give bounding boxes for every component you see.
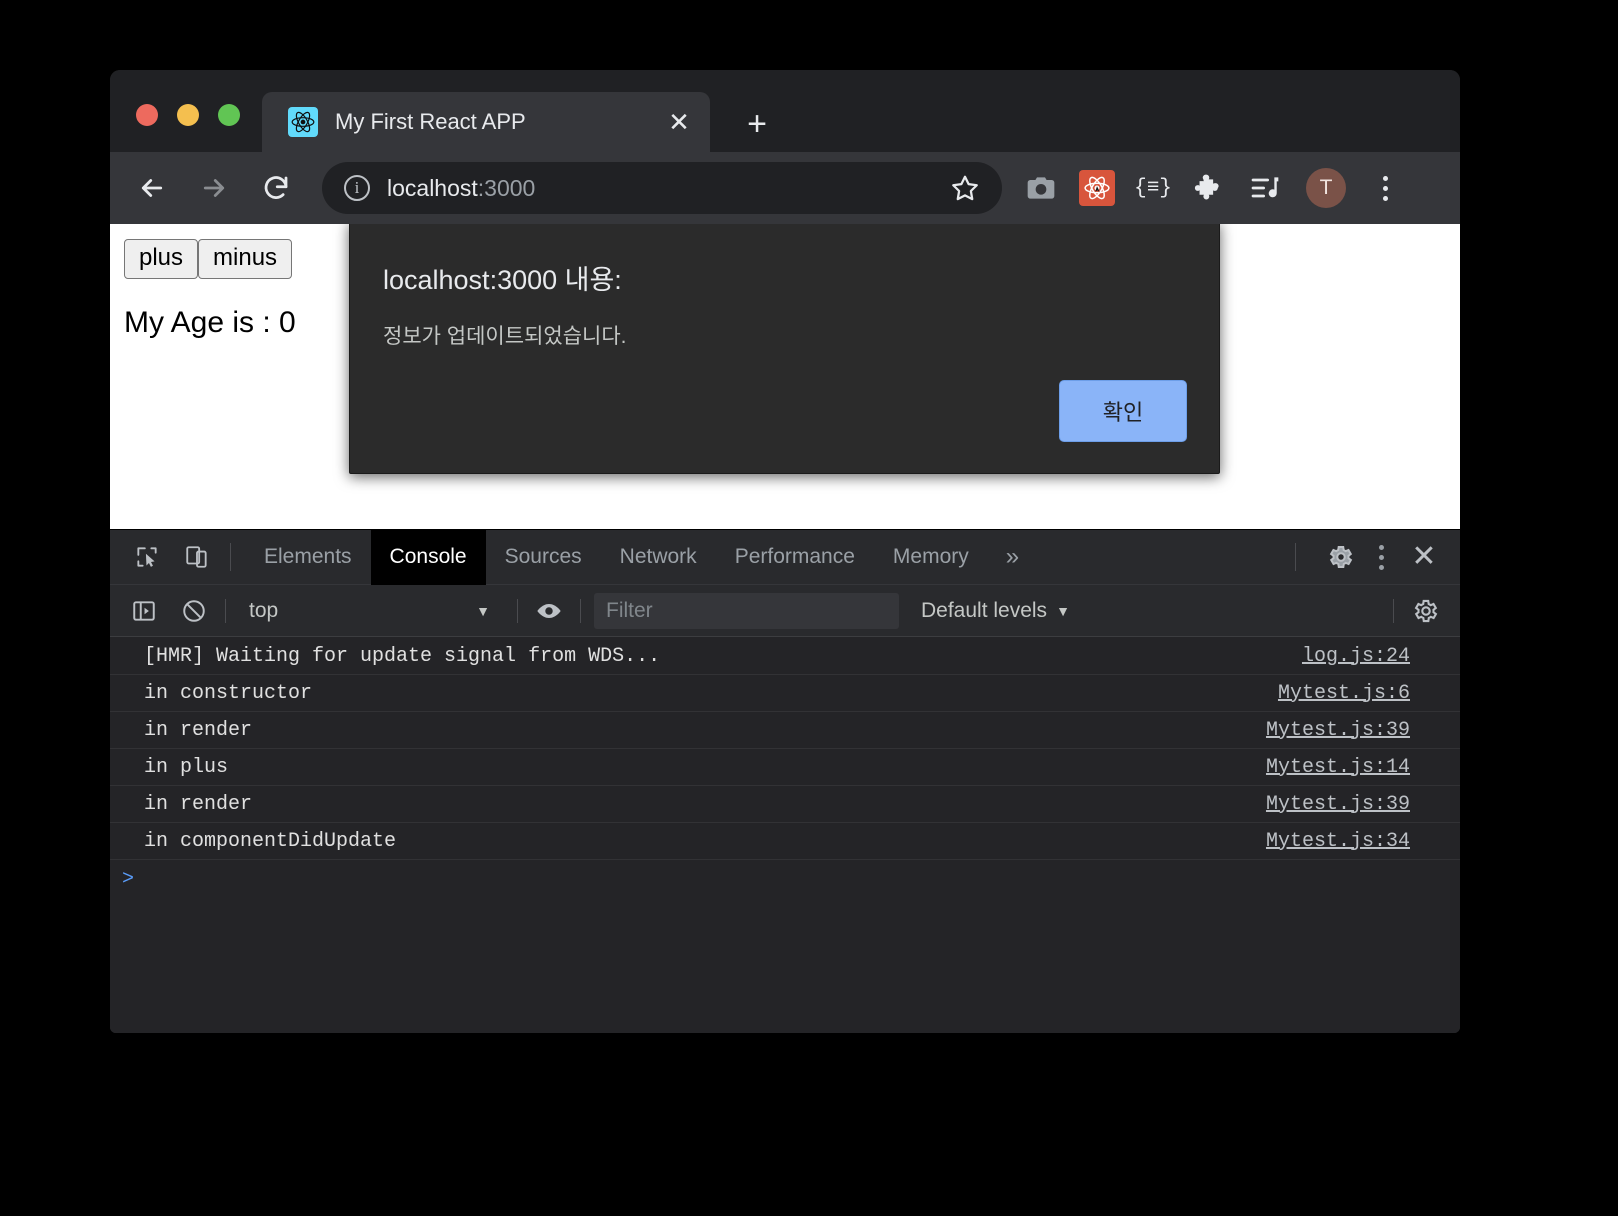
console-levels-selector[interactable]: Default levels ▼	[921, 599, 1070, 623]
minus-button[interactable]: minus	[198, 239, 293, 279]
age-display-text: My Age is : 0	[124, 306, 296, 339]
table-row[interactable]: in componentDidUpdate Mytest.js:34	[110, 823, 1460, 860]
table-row[interactable]: in render Mytest.js:39	[110, 786, 1460, 823]
console-filter-toolbar: top ▼ Default levels ▼	[110, 585, 1460, 637]
inspect-element-icon[interactable]	[128, 538, 166, 576]
react-logo-icon	[288, 107, 318, 137]
devtools-close-icon[interactable]: ✕	[1404, 537, 1444, 577]
console-filter-input[interactable]	[594, 592, 899, 629]
navigation-toolbar: i localhost:3000 {≡} T	[110, 152, 1460, 224]
react-devtools-badge	[1079, 170, 1115, 206]
tab-sources[interactable]: Sources	[486, 530, 601, 585]
log-message: [HMR] Waiting for update signal from WDS…	[144, 644, 661, 668]
chrome-menu-icon[interactable]	[1368, 169, 1402, 207]
console-context-label: top	[249, 598, 279, 622]
traffic-lights	[136, 104, 240, 126]
more-tabs-icon[interactable]: »	[988, 530, 1037, 585]
filterbar-divider-3	[580, 598, 581, 623]
minimize-window-button[interactable]	[177, 104, 199, 126]
chevron-down-icon: ▼	[476, 602, 490, 619]
camera-icon[interactable]	[1020, 167, 1062, 209]
console-prompt[interactable]: >	[110, 860, 1460, 900]
log-message: in render	[144, 718, 253, 742]
tab-title: My First React APP	[335, 109, 526, 134]
devtools-tabbar: Elements Console Sources Network Perform…	[110, 529, 1460, 585]
tab-network[interactable]: Network	[601, 530, 716, 585]
reload-icon[interactable]	[254, 166, 298, 210]
device-toolbar-icon[interactable]	[178, 538, 216, 576]
log-message: in constructor	[144, 681, 313, 705]
log-source-link[interactable]: Mytest.js:39	[1266, 793, 1410, 816]
filterbar-actions	[1380, 593, 1460, 629]
filterbar-divider-2	[517, 598, 518, 623]
log-source-link[interactable]: Mytest.js:34	[1266, 830, 1410, 853]
tab-close-icon[interactable]: ✕	[662, 105, 696, 139]
filterbar-divider-1	[225, 598, 226, 623]
settings-gear-icon[interactable]	[1322, 538, 1360, 576]
devtools-more-options-icon[interactable]	[1364, 538, 1398, 576]
react-devtools-icon[interactable]	[1076, 167, 1118, 209]
table-row[interactable]: in constructor Mytest.js:6	[110, 675, 1460, 712]
log-source-link[interactable]: Mytest.js:6	[1278, 682, 1410, 705]
puzzle-extensions-icon[interactable]	[1188, 167, 1230, 209]
extension-icons: {≡} T	[1020, 167, 1402, 209]
table-row[interactable]: in render Mytest.js:39	[110, 712, 1460, 749]
forward-arrow-icon[interactable]	[192, 166, 236, 210]
json-formatter-icon[interactable]: {≡}	[1132, 167, 1174, 209]
clear-console-icon[interactable]	[176, 593, 212, 629]
toolbar-divider	[230, 543, 231, 571]
alert-title: localhost:3000 내용:	[383, 265, 622, 295]
browser-tab[interactable]: My First React APP ✕	[262, 92, 710, 152]
table-row[interactable]: [HMR] Waiting for update signal from WDS…	[110, 638, 1460, 675]
browser-window: My First React APP ✕ + i localhost:3000	[110, 70, 1460, 1033]
live-expression-icon[interactable]	[531, 593, 567, 629]
console-levels-label: Default levels	[921, 598, 1048, 622]
plus-button[interactable]: plus	[124, 239, 199, 279]
media-playlist-icon[interactable]	[1244, 167, 1286, 209]
alert-ok-button[interactable]: 확인	[1059, 380, 1187, 442]
bookmark-star-icon[interactable]	[950, 173, 980, 203]
log-message: in plus	[144, 755, 229, 779]
devtools-panel: Elements Console Sources Network Perform…	[110, 529, 1460, 1033]
address-bar-url: localhost:3000	[387, 175, 535, 202]
filterbar-divider-4	[1393, 598, 1394, 623]
tab-performance[interactable]: Performance	[716, 530, 874, 585]
profile-avatar[interactable]: T	[1306, 168, 1346, 208]
console-context-selector[interactable]: top ▼	[239, 593, 504, 629]
log-source-link[interactable]: Mytest.js:14	[1266, 756, 1410, 779]
console-log-list[interactable]: [HMR] Waiting for update signal from WDS…	[110, 638, 1460, 1033]
table-row[interactable]: in plus Mytest.js:14	[110, 749, 1460, 786]
url-port: :3000	[477, 174, 536, 201]
console-settings-gear-icon[interactable]	[1408, 593, 1444, 629]
site-info-icon[interactable]: i	[344, 175, 370, 201]
tab-elements[interactable]: Elements	[245, 530, 371, 585]
log-source-link[interactable]: Mytest.js:39	[1266, 719, 1410, 742]
chevron-down-icon: ▼	[1056, 602, 1070, 619]
alert-message: 정보가 업데이트되었습니다.	[383, 325, 627, 348]
tab-memory[interactable]: Memory	[874, 530, 988, 585]
javascript-alert-dialog: localhost:3000 내용: 정보가 업데이트되었습니다. 확인	[349, 224, 1220, 474]
console-prompt-caret: >	[122, 868, 135, 891]
log-message: in render	[144, 792, 253, 816]
maximize-window-button[interactable]	[218, 104, 240, 126]
json-formatter-label: {≡}	[1134, 176, 1172, 200]
console-sidebar-icon[interactable]	[126, 593, 162, 629]
tab-strip: My First React APP ✕ +	[110, 70, 1460, 152]
close-window-button[interactable]	[136, 104, 158, 126]
tab-console[interactable]: Console	[370, 529, 486, 585]
page-viewport: plus minus My Age is : 0 localhost:3000 …	[110, 224, 1460, 529]
new-tab-button[interactable]: +	[738, 105, 776, 143]
url-host: localhost	[387, 174, 478, 201]
devtools-tabbar-actions: ✕	[1281, 537, 1460, 577]
back-arrow-icon[interactable]	[130, 166, 174, 210]
log-source-link[interactable]: log.js:24	[1302, 645, 1410, 668]
address-bar[interactable]: i localhost:3000	[322, 162, 1002, 214]
log-message: in componentDidUpdate	[144, 829, 397, 853]
actions-divider	[1295, 543, 1296, 571]
page-button-group: plus minus	[124, 239, 293, 279]
